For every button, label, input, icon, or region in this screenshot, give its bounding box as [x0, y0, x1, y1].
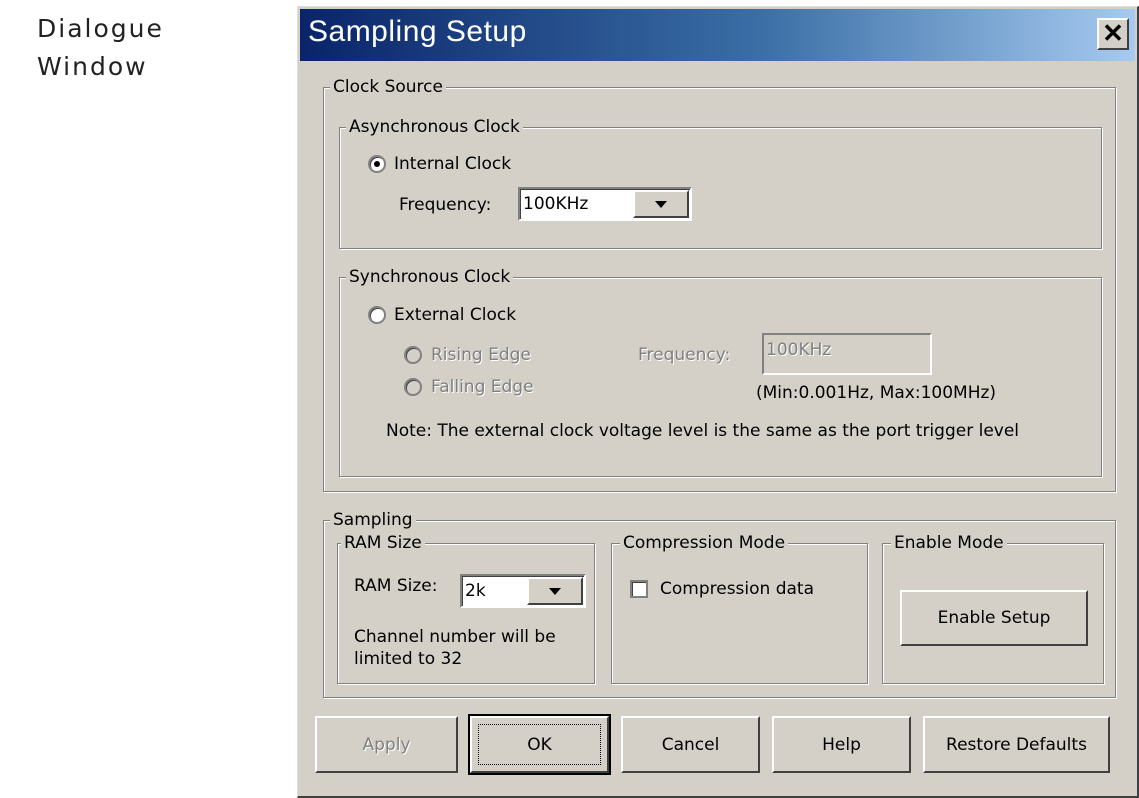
help-label: Help [822, 734, 861, 755]
compression-data-checkbox[interactable] [630, 580, 648, 598]
rising-edge-label[interactable]: Rising Edge [431, 344, 531, 366]
enable-mode-legend: Enable Mode [891, 532, 1007, 554]
enable-mode-group: Enable Mode Enable Setup [882, 532, 1104, 684]
async-frequency-select[interactable]: 100KHz [518, 187, 692, 221]
async-frequency-label: Frequency: [399, 195, 492, 215]
cancel-label: Cancel [661, 734, 720, 755]
sampling-setup-dialog: Sampling Setup ✕ Clock Source Asynchrono… [297, 6, 1139, 798]
sync-clock-legend: Synchronous Clock [346, 266, 514, 288]
sync-frequency-value: 100KHz [766, 340, 832, 360]
ram-size-legend: RAM Size [341, 532, 425, 554]
enable-setup-label: Enable Setup [937, 608, 1051, 628]
ram-size-value: 2k [465, 581, 486, 601]
frequency-range-note: (Min:0.001Hz, Max:100MHz) [756, 383, 997, 403]
rising-edge-radio[interactable] [404, 346, 422, 364]
title-bar[interactable]: Sampling Setup ✕ [300, 9, 1135, 61]
async-frequency-dropdown-button[interactable] [633, 190, 689, 218]
falling-edge-radio[interactable] [404, 378, 422, 396]
caption-line-1: Dialogue [37, 14, 164, 43]
falling-edge-label[interactable]: Falling Edge [431, 376, 534, 398]
apply-button[interactable]: Apply [315, 716, 458, 773]
cancel-button[interactable]: Cancel [621, 716, 760, 773]
compression-data-label[interactable]: Compression data [660, 578, 814, 600]
close-icon: ✕ [1102, 18, 1124, 48]
internal-clock-radio[interactable] [368, 155, 386, 173]
restore-defaults-button[interactable]: Restore Defaults [923, 716, 1110, 773]
sync-clock-group: Synchronous Clock External Clock Rising … [339, 266, 1102, 477]
enable-setup-button[interactable]: Enable Setup [900, 590, 1088, 646]
compression-mode-group: Compression Mode Compression data [611, 532, 868, 684]
ram-size-group: RAM Size RAM Size: 2k Channel number wil… [337, 532, 595, 684]
help-button[interactable]: Help [772, 716, 911, 773]
sync-frequency-input[interactable]: 100KHz [762, 333, 932, 375]
ram-note-line-1: Channel number will be [354, 627, 556, 647]
ram-note-line-2: limited to 32 [354, 649, 463, 669]
sampling-legend: Sampling [330, 509, 416, 531]
ram-size-dropdown-button[interactable] [527, 577, 583, 605]
close-button[interactable]: ✕ [1097, 18, 1129, 50]
chevron-down-icon [549, 588, 561, 595]
ok-button[interactable]: OK [468, 714, 611, 775]
compression-mode-legend: Compression Mode [620, 532, 789, 554]
window-title: Sampling Setup [308, 15, 527, 48]
clock-source-group: Clock Source Asynchronous Clock Internal… [323, 76, 1116, 492]
external-clock-note: Note: The external clock voltage level i… [386, 421, 1020, 441]
ram-size-select[interactable]: 2k [460, 574, 586, 608]
async-frequency-value: 100KHz [523, 194, 589, 214]
sampling-group: Sampling RAM Size RAM Size: 2k Channel n… [323, 509, 1116, 698]
side-caption: Dialogue Window [37, 10, 164, 86]
caption-line-2: Window [37, 52, 148, 81]
sync-frequency-label: Frequency: [638, 345, 731, 365]
restore-defaults-label: Restore Defaults [946, 734, 1087, 755]
internal-clock-label[interactable]: Internal Clock [394, 153, 511, 175]
external-clock-radio[interactable] [368, 306, 386, 324]
async-clock-group: Asynchronous Clock Internal Clock Freque… [339, 116, 1102, 249]
clock-source-legend: Clock Source [330, 76, 446, 98]
chevron-down-icon [655, 201, 667, 208]
apply-label: Apply [362, 734, 411, 755]
external-clock-label[interactable]: External Clock [394, 304, 516, 326]
ram-size-label: RAM Size: [354, 576, 438, 596]
ok-label: OK [527, 734, 552, 755]
async-clock-legend: Asynchronous Clock [346, 116, 523, 138]
